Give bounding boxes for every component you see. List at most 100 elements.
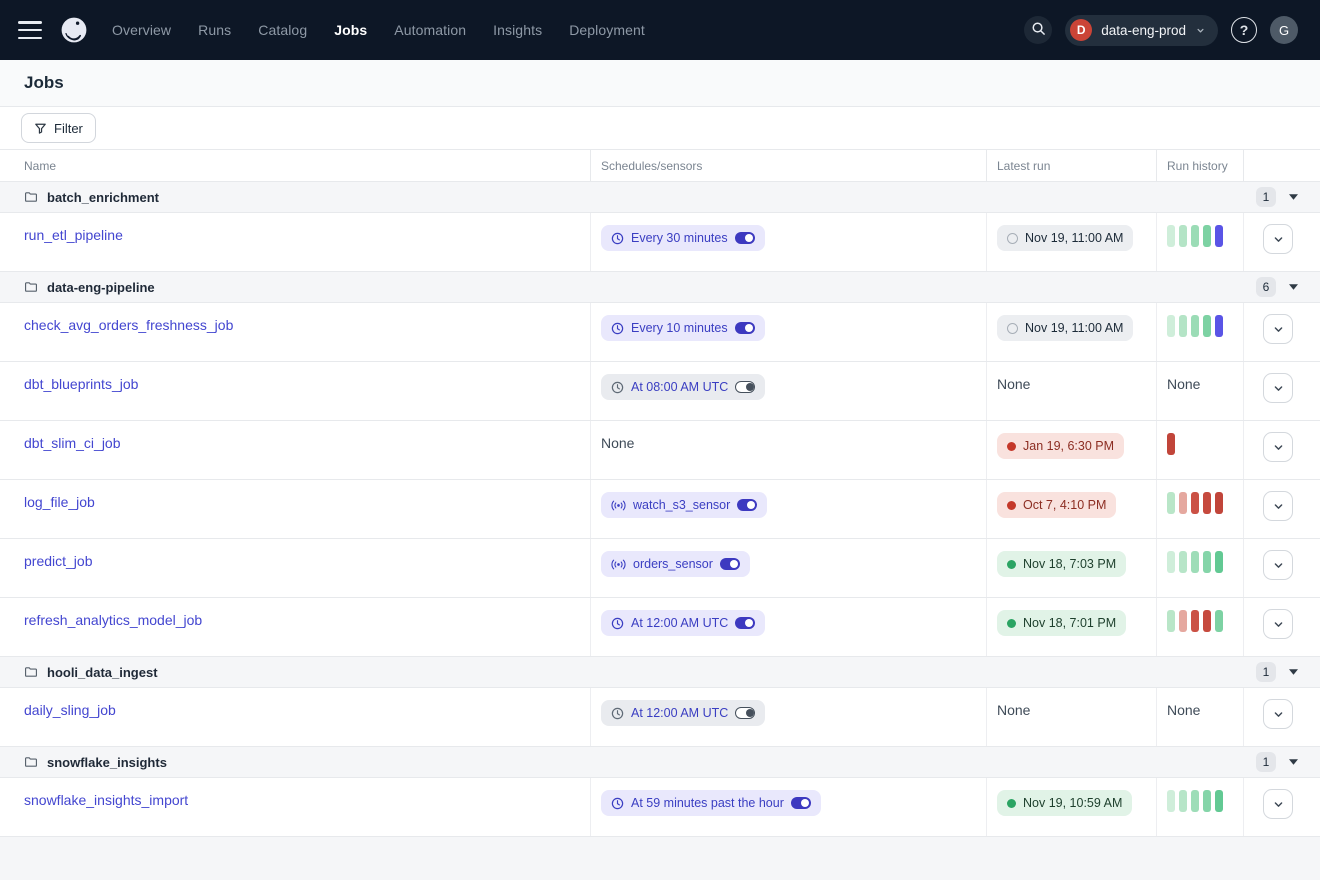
run-history-bar[interactable] [1215,315,1223,337]
run-history-bar[interactable] [1179,225,1187,247]
sensor-chip[interactable]: orders_sensor [601,551,750,577]
run-history-bar[interactable] [1167,790,1175,812]
run-history-bar[interactable] [1191,492,1199,514]
run-history-bar[interactable] [1167,225,1175,247]
run-history-bar[interactable] [1179,551,1187,573]
dagster-logo[interactable] [58,14,90,46]
run-history-bar[interactable] [1167,492,1175,514]
job-actions-button[interactable] [1263,314,1293,344]
nav-link-insights[interactable]: Insights [493,22,542,38]
job-name-link[interactable]: dbt_blueprints_job [24,376,138,392]
nav-link-catalog[interactable]: Catalog [258,22,307,38]
job-name-link[interactable]: predict_job [24,553,93,569]
automation-toggle[interactable] [720,558,740,570]
job-actions-button[interactable] [1263,789,1293,819]
latest-run-pill[interactable]: Oct 7, 4:10 PM [997,492,1116,518]
job-actions-button[interactable] [1263,432,1293,462]
group-row[interactable]: hooli_data_ingest1 [0,657,1320,688]
job-name-link[interactable]: check_avg_orders_freshness_job [24,317,233,333]
run-history-bar[interactable] [1203,610,1211,632]
deployment-switcher[interactable]: D data-eng-prod [1065,15,1218,46]
collapse-caret-icon[interactable] [1289,284,1298,290]
group-row[interactable]: data-eng-pipeline6 [0,272,1320,303]
job-actions-button[interactable] [1263,550,1293,580]
job-name-link[interactable]: dbt_slim_ci_job [24,435,121,451]
schedule-chip[interactable]: At 59 minutes past the hour [601,790,821,816]
run-history-bar[interactable] [1203,492,1211,514]
run-history-bar[interactable] [1215,225,1223,247]
run-history-bar[interactable] [1191,225,1199,247]
job-name-link[interactable]: daily_sling_job [24,702,116,718]
run-history-bar[interactable] [1203,790,1211,812]
run-history-bar[interactable] [1167,315,1175,337]
job-name-link[interactable]: log_file_job [24,494,95,510]
run-history-bars[interactable] [1167,433,1175,455]
run-history-bar[interactable] [1215,790,1223,812]
nav-link-automation[interactable]: Automation [394,22,466,38]
nav-link-overview[interactable]: Overview [112,22,171,38]
run-history-bars[interactable] [1167,225,1223,247]
schedule-chip[interactable]: Every 30 minutes [601,225,765,251]
nav-link-jobs[interactable]: Jobs [334,22,367,38]
automation-toggle[interactable] [735,617,755,629]
latest-run-pill[interactable]: Nov 18, 7:03 PM [997,551,1126,577]
run-history-bar[interactable] [1167,551,1175,573]
run-history-bar[interactable] [1179,790,1187,812]
schedule-chip[interactable]: At 12:00 AM UTC [601,700,765,726]
automation-toggle[interactable] [791,797,811,809]
run-history-bar[interactable] [1191,790,1199,812]
schedule-chip[interactable]: At 12:00 AM UTC [601,610,765,636]
latest-run-pill[interactable]: Nov 19, 11:00 AM [997,225,1133,251]
run-history-bar[interactable] [1191,610,1199,632]
latest-run-pill[interactable]: Nov 19, 11:00 AM [997,315,1133,341]
job-actions-button[interactable] [1263,224,1293,254]
automation-toggle[interactable] [737,499,757,511]
run-history-bar[interactable] [1179,610,1187,632]
latest-run-pill[interactable]: Jan 19, 6:30 PM [997,433,1124,459]
collapse-caret-icon[interactable] [1289,194,1298,200]
job-name-link[interactable]: snowflake_insights_import [24,792,188,808]
job-actions-button[interactable] [1263,699,1293,729]
group-row[interactable]: batch_enrichment1 [0,182,1320,213]
automation-toggle[interactable] [735,322,755,334]
run-history-bar[interactable] [1167,610,1175,632]
run-history-bars[interactable] [1167,492,1223,514]
filter-button[interactable]: Filter [21,113,96,143]
automation-toggle[interactable] [735,707,755,719]
run-history-bar[interactable] [1215,551,1223,573]
menu-icon[interactable] [18,21,42,39]
job-actions-button[interactable] [1263,491,1293,521]
group-row[interactable]: snowflake_insights1 [0,747,1320,778]
collapse-caret-icon[interactable] [1289,669,1298,675]
job-name-link[interactable]: refresh_analytics_model_job [24,612,202,628]
run-history-bar[interactable] [1203,225,1211,247]
search-button[interactable] [1024,16,1052,44]
run-history-bar[interactable] [1203,551,1211,573]
automation-toggle[interactable] [735,232,755,244]
run-history-bar[interactable] [1167,433,1175,455]
user-avatar[interactable]: G [1270,16,1298,44]
run-history-bar[interactable] [1215,610,1223,632]
run-history-bars[interactable] [1167,315,1223,337]
run-history-bars[interactable] [1167,790,1223,812]
schedule-chip[interactable]: At 08:00 AM UTC [601,374,765,400]
help-button[interactable]: ? [1231,17,1257,43]
nav-link-deployment[interactable]: Deployment [569,22,645,38]
job-actions-button[interactable] [1263,373,1293,403]
run-history-bars[interactable] [1167,551,1223,573]
latest-run-pill[interactable]: Nov 18, 7:01 PM [997,610,1126,636]
schedule-chip[interactable]: Every 10 minutes [601,315,765,341]
collapse-caret-icon[interactable] [1289,759,1298,765]
run-history-bars[interactable] [1167,610,1223,632]
automation-toggle[interactable] [735,381,755,393]
sensor-chip[interactable]: watch_s3_sensor [601,492,767,518]
job-name-link[interactable]: run_etl_pipeline [24,227,123,243]
run-history-bar[interactable] [1191,551,1199,573]
latest-run-pill[interactable]: Nov 19, 10:59 AM [997,790,1132,816]
run-history-bar[interactable] [1203,315,1211,337]
run-history-bar[interactable] [1215,492,1223,514]
run-history-bar[interactable] [1179,492,1187,514]
nav-link-runs[interactable]: Runs [198,22,231,38]
run-history-bar[interactable] [1179,315,1187,337]
job-actions-button[interactable] [1263,609,1293,639]
